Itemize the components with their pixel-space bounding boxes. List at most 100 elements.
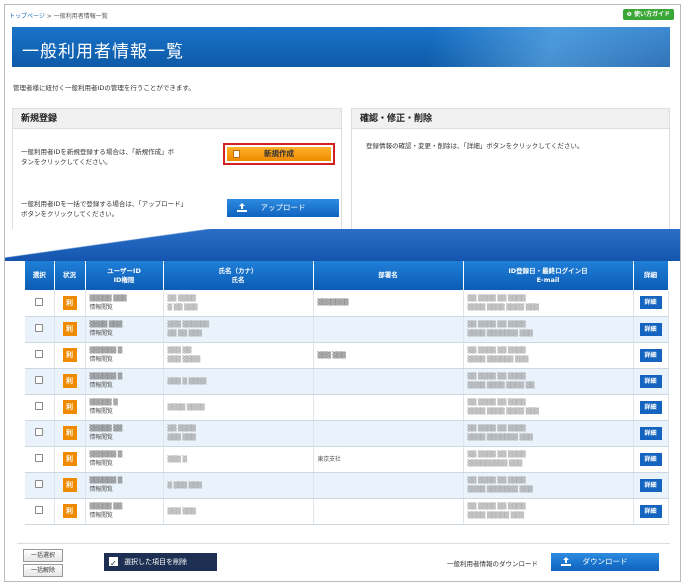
user-id-cell: ▒▒▒▒▒ ▒ 情報閲覧	[85, 394, 164, 421]
detail-button[interactable]: 詳細	[639, 400, 662, 414]
user-name-kana: ▒▒▒ ▒▒▒▒▒▒	[167, 321, 210, 328]
detail-cell: 詳細	[633, 368, 669, 395]
row-checkbox[interactable]	[35, 454, 44, 462]
detail-button[interactable]: 詳細	[639, 374, 662, 388]
upload-button[interactable]: アップロード	[227, 199, 339, 217]
row-checkbox[interactable]	[35, 506, 44, 514]
table-row: 利 ▒▒▒▒▒▒ ▒ 情報閲覧 ▒▒▒ ▒ ▒▒▒▒ ▒▒ ▒▒▒▒ ▒▒ ▒▒▒▒ ▒▒…	[25, 368, 669, 395]
row-checkbox[interactable]	[35, 350, 44, 358]
breadcrumb: トップページ > 一般利用者情報一覧	[9, 11, 108, 20]
col-dates: ID登録日・最終ログイン日 E-mail	[463, 261, 634, 290]
user-id: ▒▒▒▒ ▒▒▒	[89, 321, 123, 328]
user-id-cell: ▒▒▒▒▒▒ ▒ 情報閲覧	[85, 446, 164, 473]
section-divider	[5, 229, 680, 261]
user-id: ▒▒▒▒▒ ▒	[89, 399, 118, 406]
usage-guide-button[interactable]: ❶ 使い方ガイド	[622, 9, 674, 20]
breadcrumb-separator: >	[44, 13, 54, 20]
select-cell	[25, 342, 55, 369]
page-description: 管理者様に紐付く一般利用者IDの管理を行うことができます。	[13, 84, 195, 92]
date-email-cell: ▒▒ ▒▒▒▒ ▒▒ ▒▒▒▒ ▒▒▒▒ ▒▒▒▒▒▒▒ ▒▒▒	[463, 420, 634, 447]
status-cell: 利	[54, 394, 86, 421]
user-dates: ▒▒ ▒▒▒▒ ▒▒ ▒▒▒▒	[467, 373, 526, 380]
download-button[interactable]: ダウンロード	[551, 553, 659, 571]
detail-cell: 詳細	[633, 342, 669, 369]
col-email-label: E-mail	[536, 275, 560, 284]
detail-button[interactable]: 詳細	[639, 296, 662, 310]
user-name: ▒▒▒ ▒	[167, 455, 188, 463]
detail-button[interactable]: 詳細	[639, 348, 662, 362]
col-name: 氏名（カナ） 氏名	[163, 261, 314, 290]
detail-cell: 詳細	[633, 394, 669, 421]
checkbox-icon	[109, 555, 118, 573]
date-email-cell: ▒▒ ▒▒▒▒ ▒▒ ▒▒▒▒ ▒▒▒▒ ▒▒▒▒▒▒▒ ▒▒▒	[463, 316, 634, 343]
dept-cell	[313, 316, 464, 343]
breadcrumb-home-link[interactable]: トップページ	[9, 13, 45, 20]
detail-button[interactable]: 詳細	[639, 426, 662, 440]
status-badge: 利	[62, 504, 77, 518]
name-cell: ▒▒▒ ▒▒▒	[163, 498, 314, 525]
detail-button[interactable]: 詳細	[639, 452, 662, 466]
user-name: ▒▒▒ ▒▒▒	[167, 507, 196, 515]
table-row: 利 ▒▒▒▒▒ ▒▒ 情報閲覧 ▒▒▒ ▒▒▒ ▒▒ ▒▒▒▒ ▒▒ ▒▒▒▒ ▒▒▒▒ …	[25, 498, 669, 525]
user-dates: ▒▒ ▒▒▒▒ ▒▒ ▒▒▒▒	[467, 425, 526, 432]
user-email: ▒▒▒▒ ▒▒▒▒▒▒ ▒▒▒	[467, 356, 529, 363]
name-cell: ▒ ▒▒▒ ▒▒▒	[163, 472, 314, 499]
user-dept: 東京支社	[317, 455, 341, 463]
col-dates-label: ID登録日・最終ログイン日	[508, 266, 588, 275]
register-text-line1: 一般利用者IDを新規登録する場合は、「新規作成」ボ	[21, 148, 175, 156]
row-checkbox[interactable]	[35, 297, 44, 306]
detail-button[interactable]: 詳細	[639, 504, 662, 518]
table-row: 利 ▒▒▒▒▒▒ ▒ 情報閲覧 ▒▒▒ ▒ 東京支社 ▒▒ ▒▒▒▒ ▒▒ ▒▒▒▒ ▒▒▒…	[25, 446, 669, 473]
upload-label: アップロード	[260, 203, 306, 212]
select-cell	[25, 394, 55, 421]
delete-selected-button[interactable]: 選択した項目を削除	[104, 553, 217, 573]
dept-cell	[313, 472, 464, 499]
dept-cell: ▒▒▒ ▒▒▒	[313, 342, 464, 369]
new-create-button[interactable]: 新規作成	[223, 143, 335, 165]
detail-button[interactable]: 詳細	[639, 322, 662, 336]
col-status: 状況	[54, 261, 86, 290]
row-checkbox[interactable]	[35, 324, 44, 332]
row-checkbox[interactable]	[35, 428, 44, 436]
user-id: ▒▒▒▒▒ ▒▒	[89, 503, 123, 510]
user-name: ▒▒ ▒▒ ▒▒▒	[167, 330, 203, 337]
status-badge: 利	[62, 478, 77, 492]
banner-decoration	[370, 27, 670, 67]
edit-panel: 確認・修正・削除 登録情報の確認・変更・削除は、「詳細」ボタンをクリックしてくだ…	[351, 108, 670, 232]
user-role: 情報閲覧	[89, 382, 113, 389]
user-dates: ▒▒ ▒▒▒▒ ▒▒ ▒▒▒▒	[467, 477, 526, 484]
usage-guide-label: 使い方ガイド	[633, 11, 670, 18]
user-email: ▒▒▒▒▒▒▒▒▒ ▒▒▒	[467, 460, 523, 467]
breadcrumb-current: 一般利用者情報一覧	[53, 13, 108, 20]
edit-panel-title: 確認・修正・削除	[352, 109, 669, 129]
select-cell	[25, 498, 55, 525]
status-badge: 利	[62, 374, 77, 388]
table-row: 利 ▒▒▒▒ ▒▒▒ 情報閲覧 ▒▒▒ ▒▒▒▒▒▒ ▒▒ ▒▒ ▒▒▒ ▒▒ ▒▒▒▒ …	[25, 316, 669, 343]
select-cell	[25, 472, 55, 499]
user-dept: ▒▒▒ ▒▒▒	[317, 351, 346, 359]
upload-instructions: 一般利用者IDを一括で登録する場合は、「アップロード」 ボタンをクリックしてくだ…	[21, 199, 187, 219]
row-checkbox[interactable]	[35, 376, 44, 384]
upload-text-line1: 一般利用者IDを一括で登録する場合は、「アップロード」	[21, 200, 188, 208]
row-checkbox[interactable]	[35, 402, 44, 410]
table-row: 利 ▒▒▒▒▒ ▒▒▒ 情報閲覧 ▒▒ ▒▒▒▒ ▒ ▒▒ ▒▒▒ ▒▒▒▒▒▒▒ ▒▒ ▒…	[25, 290, 669, 317]
user-role: 情報閲覧	[89, 460, 113, 467]
user-name-kana: ▒▒ ▒▒▒▒	[167, 294, 196, 302]
select-cell	[25, 446, 55, 473]
row-checkbox[interactable]	[35, 480, 44, 488]
deselect-all-button[interactable]: 一括解除	[23, 564, 63, 577]
user-dates: ▒▒ ▒▒▒▒ ▒▒ ▒▒▒▒	[467, 503, 526, 510]
status-badge: 利	[62, 400, 77, 414]
top-bar: トップページ > 一般利用者情報一覧 ❶ 使い方ガイド	[5, 5, 680, 25]
name-cell: ▒▒ ▒▒▒▒ ▒ ▒▒ ▒▒▒	[163, 290, 314, 317]
guide-icon: ❶	[626, 11, 632, 18]
register-panel-title: 新規登録	[13, 109, 341, 129]
select-all-button[interactable]: 一括選択	[23, 549, 63, 562]
user-email: ▒▒▒▒ ▒▒▒▒▒▒▒ ▒▒▒	[467, 330, 533, 337]
date-email-cell: ▒▒ ▒▒▒▒ ▒▒ ▒▒▒▒ ▒▒▒▒ ▒▒▒▒▒ ▒▒▒	[463, 498, 634, 525]
detail-button[interactable]: 詳細	[639, 478, 662, 492]
select-cell	[25, 368, 55, 395]
upload-icon	[237, 203, 247, 212]
date-email-cell: ▒▒ ▒▒▒▒ ▒▒ ▒▒▒▒ ▒▒▒▒ ▒▒▒▒ ▒▒▒▒ ▒▒▒	[463, 394, 634, 421]
user-role: 情報閲覧	[89, 408, 113, 415]
